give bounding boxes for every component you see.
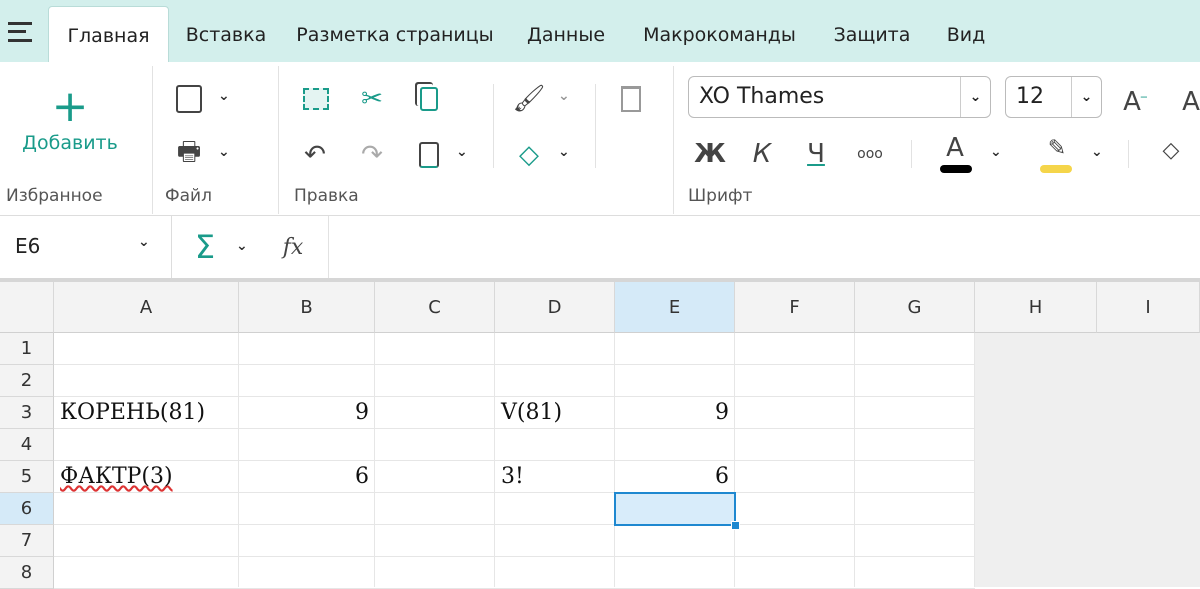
- decrease-font-icon[interactable]: A: [1176, 82, 1200, 122]
- group-label-file: Файл: [165, 186, 212, 206]
- cell-B5[interactable]: 6: [239, 461, 375, 493]
- group-label-font: Шрифт: [688, 186, 753, 206]
- cell-D3[interactable]: V(81): [495, 397, 615, 429]
- font-color-dropdown-icon[interactable]: ⌄: [990, 144, 1002, 160]
- column-gridline: [854, 333, 855, 587]
- tab-page-layout[interactable]: Разметка страницы: [290, 6, 500, 62]
- row-header-4[interactable]: 4: [0, 429, 54, 461]
- group-label-favorites: Избранное: [6, 186, 103, 206]
- format-painter-icon[interactable]: 🖌: [512, 82, 546, 116]
- chevron-down-icon[interactable]: ⌄: [138, 234, 150, 250]
- more-font-options-button[interactable]: ooo: [852, 134, 888, 174]
- highlight-dropdown-icon[interactable]: ⌄: [1091, 144, 1103, 160]
- cut-icon[interactable]: ✂: [355, 82, 389, 116]
- sum-icon[interactable]: Σ: [188, 228, 222, 266]
- cell-E3[interactable]: 9: [615, 397, 735, 429]
- italic-button[interactable]: К: [746, 134, 778, 174]
- row-header-8[interactable]: 8: [0, 557, 54, 589]
- column-header-A[interactable]: A: [54, 282, 239, 333]
- save-dropdown-icon[interactable]: ⌄: [218, 88, 230, 104]
- column-gridline: [374, 333, 375, 587]
- row-gridline: [54, 364, 975, 365]
- select-icon[interactable]: [298, 82, 334, 116]
- row-header-3[interactable]: 3: [0, 397, 54, 429]
- fill-color-icon[interactable]: ◇: [1154, 132, 1188, 168]
- undo-icon[interactable]: ↶: [298, 138, 332, 172]
- column-header-H[interactable]: H: [975, 282, 1097, 333]
- cell-D5[interactable]: 3!: [495, 461, 615, 493]
- column-gridline: [734, 333, 735, 587]
- sum-dropdown-icon[interactable]: ⌄: [236, 238, 248, 254]
- plus-icon: +: [51, 81, 89, 132]
- ribbon: + Добавить Избранное ⌄ 🖶 ⌄ Файл ✂ ↶ ↷ ⌄ …: [0, 62, 1200, 216]
- paste-icon[interactable]: [412, 138, 446, 172]
- column-header-D[interactable]: D: [495, 282, 615, 333]
- save-icon[interactable]: [172, 82, 206, 116]
- row-gridline: [54, 524, 975, 525]
- ribbon-tabs: Главная Вставка Разметка страницы Данные…: [0, 0, 1200, 62]
- eraser-icon[interactable]: ◇: [512, 138, 546, 172]
- font-color-button[interactable]: A: [938, 130, 972, 166]
- row-header-7[interactable]: 7: [0, 525, 54, 557]
- selected-cell-E6[interactable]: [614, 492, 736, 526]
- column-gridline: [614, 333, 615, 587]
- chevron-down-icon[interactable]: ⌄: [960, 77, 990, 117]
- font-name-value: XO Thames: [699, 84, 825, 109]
- print-icon[interactable]: 🖶: [172, 137, 206, 172]
- eraser-dropdown-icon[interactable]: ⌄: [558, 144, 570, 160]
- tab-insert[interactable]: Вставка: [176, 6, 276, 62]
- row-header-5[interactable]: 5: [0, 461, 54, 493]
- row-gridline: [54, 556, 975, 557]
- row-header-6[interactable]: 6: [0, 493, 54, 525]
- cell-A3[interactable]: КОРЕНЬ(81): [54, 397, 239, 429]
- font-name-select[interactable]: XO Thames ⌄: [688, 76, 991, 118]
- cell-E5[interactable]: 6: [615, 461, 735, 493]
- font-size-value: 12: [1016, 84, 1044, 109]
- select-all-corner[interactable]: [0, 282, 54, 333]
- formula-bar: E6 ⌄ Σ ⌄ fx: [0, 216, 1200, 278]
- out-of-range-area: [975, 333, 1200, 587]
- group-label-edit: Правка: [294, 186, 359, 206]
- function-icon[interactable]: fx: [274, 228, 312, 266]
- column-header-E[interactable]: E: [615, 282, 735, 333]
- name-box-value: E6: [15, 234, 41, 258]
- delete-icon[interactable]: [614, 82, 648, 116]
- row-header-1[interactable]: 1: [0, 333, 54, 365]
- tab-home[interactable]: Главная: [48, 6, 169, 62]
- menu-icon[interactable]: [8, 22, 32, 42]
- cell-A5[interactable]: ФАКТР(3): [54, 461, 239, 493]
- paste-dropdown-icon[interactable]: ⌄: [456, 144, 468, 160]
- tab-macros[interactable]: Макрокоманды: [632, 6, 807, 62]
- format-painter-dropdown-icon[interactable]: ⌄: [558, 88, 570, 104]
- print-dropdown-icon[interactable]: ⌄: [218, 144, 230, 160]
- font-color-swatch: [940, 165, 972, 173]
- column-header-C[interactable]: C: [375, 282, 495, 333]
- cell-B3[interactable]: 9: [239, 397, 375, 429]
- copy-icon[interactable]: [412, 82, 446, 116]
- column-gridline: [494, 333, 495, 587]
- highlight-color-swatch: [1040, 165, 1072, 173]
- row-header-2[interactable]: 2: [0, 365, 54, 397]
- column-header-F[interactable]: F: [735, 282, 855, 333]
- bold-button[interactable]: Ж: [694, 134, 726, 174]
- redo-icon[interactable]: ↷: [355, 138, 389, 172]
- underline-button[interactable]: Ч: [800, 134, 832, 174]
- column-header-I[interactable]: I: [1097, 282, 1200, 333]
- formula-input[interactable]: [330, 216, 1200, 278]
- font-size-select[interactable]: 12 ⌄: [1005, 76, 1102, 118]
- tab-protection[interactable]: Защита: [822, 6, 922, 62]
- column-gridline: [974, 333, 975, 587]
- increase-font-icon[interactable]: A ‾: [1120, 82, 1150, 122]
- column-header-G[interactable]: G: [855, 282, 975, 333]
- column-gridline: [238, 333, 239, 587]
- name-box[interactable]: E6 ⌄: [0, 216, 172, 278]
- column-header-B[interactable]: B: [239, 282, 375, 333]
- add-label: Добавить: [22, 132, 118, 154]
- tab-view[interactable]: Вид: [935, 6, 997, 62]
- tab-data[interactable]: Данные: [515, 6, 617, 62]
- fill-handle[interactable]: [731, 521, 740, 530]
- highlight-icon[interactable]: ✎: [1040, 132, 1074, 164]
- chevron-down-icon[interactable]: ⌄: [1071, 77, 1101, 117]
- add-button[interactable]: + Добавить: [10, 82, 130, 172]
